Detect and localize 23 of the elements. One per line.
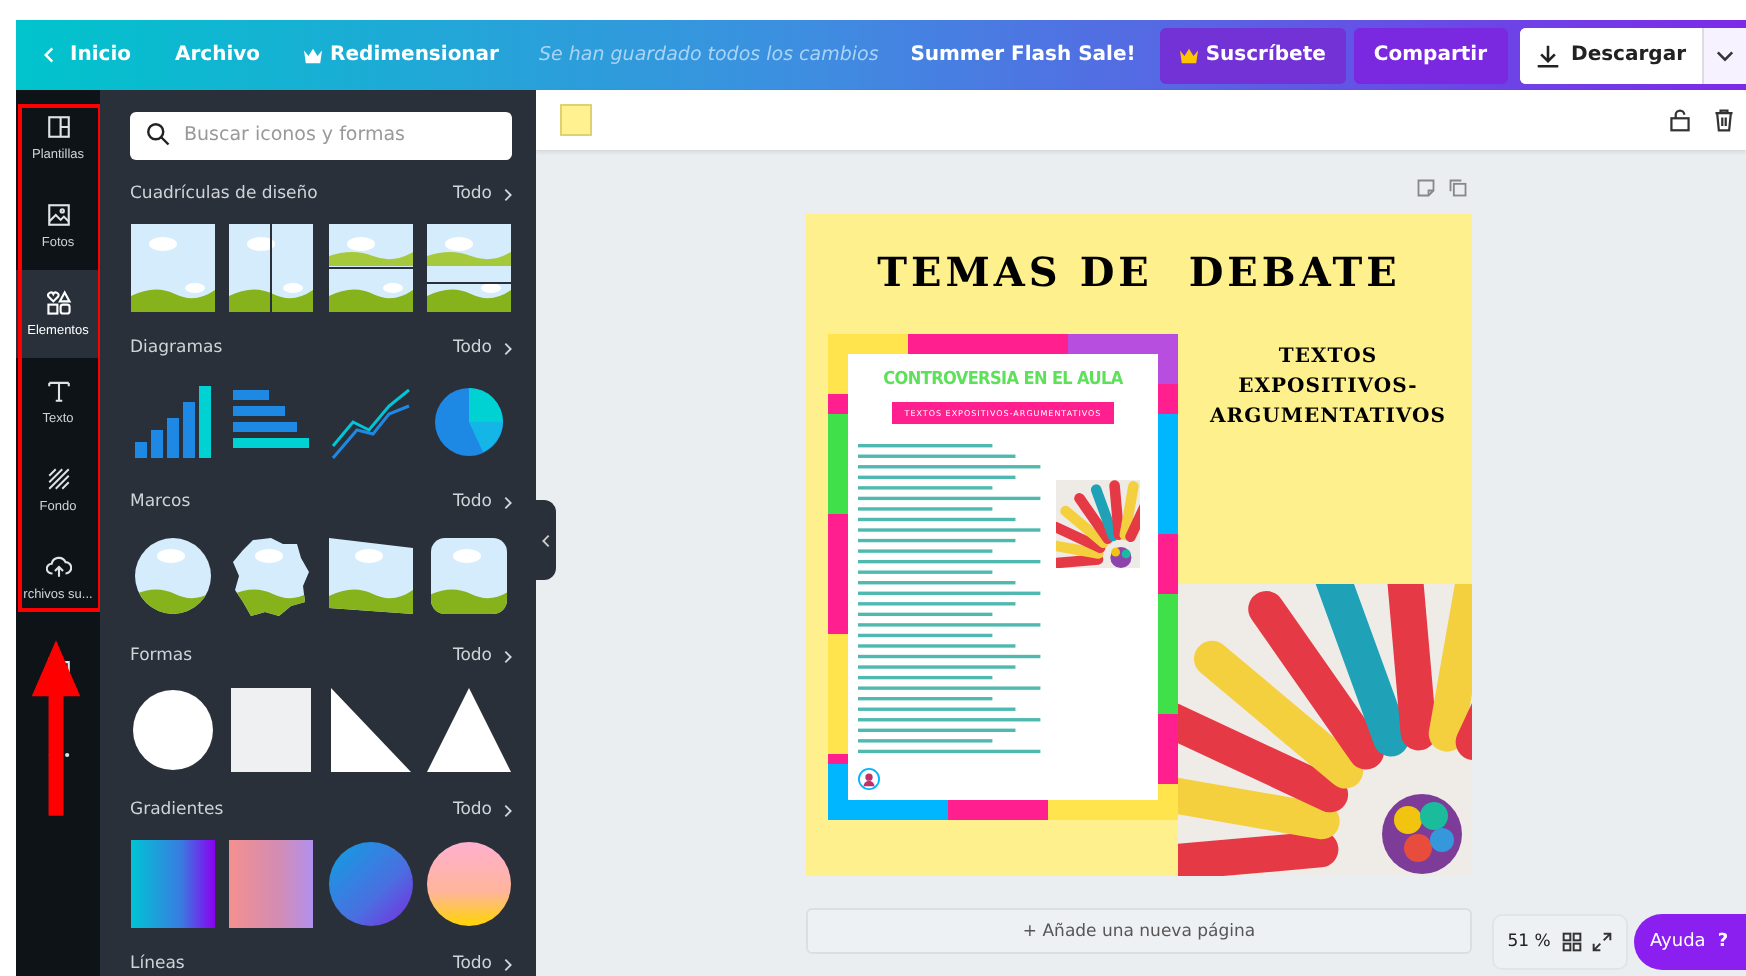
add-page-button[interactable]: + Añade una nueva página bbox=[806, 908, 1472, 954]
section-title: Gradientes bbox=[130, 800, 224, 820]
help-button[interactable]: Ayuda ? bbox=[1634, 914, 1746, 970]
see-all-link[interactable]: Todo bbox=[452, 492, 512, 512]
save-status: Se han guardado todos los cambios bbox=[539, 44, 879, 66]
section-title: Diagramas bbox=[130, 338, 223, 358]
see-all-link[interactable]: Todo bbox=[452, 338, 512, 358]
see-all-link[interactable]: Todo bbox=[452, 646, 512, 666]
section-title: Marcos bbox=[130, 492, 191, 512]
page-subtitle: TEXTOS EXPOSITIVOS-ARGUMENTATIVOS bbox=[1207, 344, 1448, 432]
subscribe-button[interactable]: Suscríbete bbox=[1159, 27, 1346, 83]
section-title: Formas bbox=[130, 646, 193, 666]
section-title: Cuadrículas de diseño bbox=[130, 184, 318, 204]
zoom-level[interactable]: 51 % bbox=[1507, 932, 1551, 952]
see-all-link[interactable]: Todo bbox=[452, 184, 512, 204]
search-field[interactable]: Buscar iconos y formas bbox=[130, 111, 512, 159]
share-button[interactable]: Compartir bbox=[1353, 27, 1508, 83]
flyer-title: CONTROVERSIA EN EL AULA bbox=[883, 370, 1123, 390]
see-all-link[interactable]: Todo bbox=[452, 954, 512, 974]
page-title: TEMAS DE DEBATE bbox=[875, 248, 1403, 296]
section-title: Líneas bbox=[130, 954, 185, 974]
see-all-link[interactable]: Todo bbox=[452, 800, 512, 820]
sale-link[interactable]: Summer Flash Sale! bbox=[890, 27, 1156, 83]
